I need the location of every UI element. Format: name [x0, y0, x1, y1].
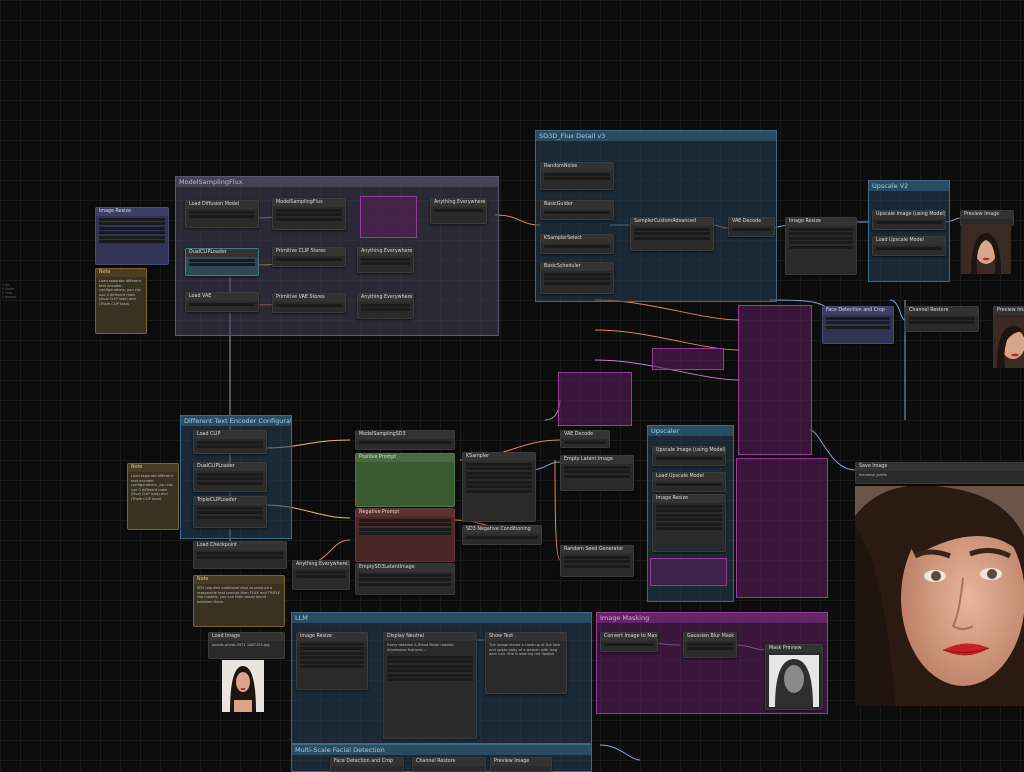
- node-model-sampling-flux[interactable]: ModelSamplingFlux: [272, 198, 346, 230]
- purple-block-b[interactable]: [736, 458, 828, 598]
- node-dualclip-loader[interactable]: DualCLIPLoader: [185, 248, 259, 276]
- group-upscale-v2[interactable]: Upscale V2: [868, 180, 950, 282]
- node-basic-scheduler[interactable]: BasicScheduler: [540, 262, 614, 294]
- node-load-clip[interactable]: Load CLIP: [193, 430, 267, 454]
- node-image-resize-4[interactable]: Image Resize: [296, 632, 368, 690]
- node-vae-decode-2[interactable]: VAE Decode: [560, 430, 610, 448]
- node-load-upscale-model[interactable]: Load Upscale Model: [872, 236, 946, 256]
- portrait-icon: [222, 660, 264, 712]
- node-empty-sd3-latent[interactable]: EmptySD3LatentImage: [355, 563, 455, 595]
- node-random-noise[interactable]: RandomNoise: [540, 162, 614, 190]
- node-empty-latent-image[interactable]: Empty Latent Image: [560, 455, 634, 491]
- purple-block-e[interactable]: [650, 558, 727, 586]
- purple-block-f[interactable]: [360, 196, 417, 238]
- node-load-diffusion-model[interactable]: Load Diffusion Model: [185, 200, 259, 228]
- node-gaussian-blur-mask[interactable]: Gaussian Blur Mask: [683, 632, 737, 658]
- preview-portrait-crop: [993, 318, 1024, 368]
- node-convert-image-to-mask[interactable]: Convert Image to Mask: [600, 632, 658, 652]
- node-anything-everywhere-1[interactable]: Anything Everywhere: [430, 198, 487, 224]
- node-load-image[interactable]: Load Image pexels-photo-3971 1087155.jpg: [208, 632, 285, 659]
- node-mask-preview[interactable]: Mask Preview: [765, 644, 823, 710]
- portrait-icon: [855, 486, 1024, 706]
- node-tripleclip-loader[interactable]: TripleCLIPLoader: [193, 496, 267, 528]
- node-load-checkpoint[interactable]: Load Checkpoint: [193, 541, 287, 569]
- node-primitive-clip[interactable]: Primitive CLIP Stores: [272, 247, 346, 267]
- node-face-detection[interactable]: Face Detection and Crop: [822, 306, 894, 344]
- node-show-text[interactable]: Show Text The image shows a close-up of …: [485, 632, 567, 694]
- purple-block-c[interactable]: [558, 372, 632, 426]
- node-load-vae[interactable]: Load VAE: [185, 292, 259, 312]
- node-primitive-vae[interactable]: Primitive VAE Stores: [272, 293, 346, 313]
- node-sampler-custom-advanced[interactable]: SamplerCustomAdvanced: [630, 217, 714, 251]
- node-sd3-negative-conditioning[interactable]: SD3 Negative Conditioning: [462, 525, 542, 545]
- node-vae-decode[interactable]: VAE Decode: [728, 217, 775, 237]
- mask-preview-image: [769, 655, 819, 707]
- node-anything-everywhere-3-b[interactable]: Anything Everywhere3: [292, 560, 350, 590]
- node-random-seed-generator[interactable]: Random Seed Generator: [560, 545, 634, 577]
- portrait-icon: [993, 318, 1024, 368]
- node-ksampler-select[interactable]: KSamplerSelect: [540, 234, 614, 254]
- node-load-upscale-model-2[interactable]: Load Upscale Model: [652, 472, 726, 492]
- node-channel-restore[interactable]: Channel Restore: [905, 306, 979, 332]
- node-ksampler[interactable]: KSampler: [462, 452, 536, 522]
- node-note-1[interactable]: Note Load separate different text encode…: [95, 268, 147, 334]
- node-image-resize-3[interactable]: Image Resize: [652, 494, 726, 552]
- portrait-icon: [961, 224, 1011, 274]
- load-image-thumbnail: [222, 660, 264, 712]
- node-image-resize[interactable]: Image Resize: [95, 207, 169, 265]
- node-dualclip-loader-2[interactable]: DualCLIPLoader: [193, 462, 267, 492]
- preview-portrait-small: [961, 224, 1011, 274]
- node-model-sampling-sd3[interactable]: ModelSamplingSD3: [355, 430, 455, 450]
- save-image-portrait: [855, 486, 1024, 706]
- canvas-stats: 1 fps 0 nodes 0 links 0 groups: [2, 283, 16, 299]
- node-positive-prompt[interactable]: Positive Prompt: [355, 453, 455, 507]
- purple-block-a[interactable]: [738, 305, 812, 455]
- node-upscale-image[interactable]: Upscale Image (using Model): [872, 210, 946, 230]
- node-anything-everywhere-3[interactable]: Anything Everywhere: [357, 293, 414, 319]
- purple-block-d[interactable]: [652, 348, 724, 370]
- node-note-2[interactable]: Note Load separate different text encode…: [127, 463, 179, 530]
- node-anything-everywhere-2[interactable]: Anything Everywhere: [357, 247, 414, 273]
- node-save-image[interactable]: Save Image filename_prefix: [855, 462, 1024, 484]
- node-upscale-image-2[interactable]: Upscale Image (using Model): [652, 446, 726, 466]
- node-note-3[interactable]: Note SD3 requires additional clips to pr…: [193, 575, 285, 627]
- node-display-neutral[interactable]: Display Neutral Every detailed & Blend M…: [383, 632, 477, 739]
- node-image-resize-2[interactable]: Image Resize: [785, 217, 857, 275]
- node-basic-guider[interactable]: BasicGuider: [540, 200, 614, 220]
- node-negative-prompt[interactable]: Negative Prompt: [355, 508, 455, 562]
